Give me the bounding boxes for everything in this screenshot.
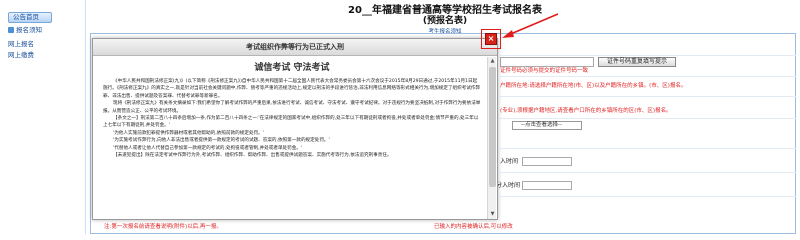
modal-scrollbar[interactable]: ▲ ▼ bbox=[487, 57, 496, 219]
modal-paragraph: 《中华人民共和国刑法修正案(九)》(以下简称《刑法修正案九》)自中华人民共和国第… bbox=[103, 79, 481, 99]
scroll-thumb[interactable] bbox=[489, 67, 496, 187]
cert-check-button[interactable]: 证件号码重复填写提示 bbox=[598, 57, 676, 67]
sidebar-item-label: 报名须知 bbox=[16, 26, 42, 34]
form-subtitle: (预报名表) bbox=[422, 16, 468, 26]
time2-input[interactable] bbox=[522, 181, 572, 190]
divider bbox=[500, 55, 796, 56]
bottom-note-right: 已输入的内容被确认后,可以修改 bbox=[434, 224, 513, 230]
modal-title: 考试组织作弊等行为已正式入刑 bbox=[93, 39, 497, 56]
cert-warning: 证件号码必须与提交的证件号码一致 bbox=[500, 68, 589, 74]
modal-paragraph: '代替他人或者让他人代替自己参加第一款规定的考试的,处拘役或者管制,并处或者单处… bbox=[113, 145, 303, 151]
close-icon[interactable]: × bbox=[485, 33, 497, 45]
divider bbox=[500, 118, 796, 119]
region-warning: (专业),须根据户籍地区,请查看户口所在的乡镇所在的区(市、区)报名。 bbox=[500, 108, 672, 114]
sidebar-item-notice[interactable]: 报名须知 bbox=[8, 26, 42, 34]
pointer-arrow-icon bbox=[502, 13, 559, 38]
divider bbox=[500, 148, 796, 149]
divider bbox=[500, 172, 796, 173]
modal-heading: 诚信考试 守法考试 bbox=[254, 63, 330, 73]
modal-paragraph: 现将《刑法修正案九》有关条文摘录如下:我们希望你了解考试作弊的严重后果,依法进行… bbox=[103, 101, 481, 114]
modal-paragraph: '为他人实施前款犯罪提供作弊器材或者其他帮助的,依照前款的规定处罚。' bbox=[113, 130, 264, 136]
divider bbox=[500, 96, 796, 97]
time1-input[interactable] bbox=[522, 157, 572, 166]
sidebar-item-label: 网上报名 bbox=[8, 40, 34, 48]
region-select[interactable]: --点击查看选择-- bbox=[512, 121, 582, 130]
bottom-note-left: 注:第一次报名前请查看说明(附件)以后,再一报。 bbox=[104, 224, 222, 230]
modal-paragraph: '为实施考试作弊行为,向他人非法出售或者提供第一款规定的考试的试题、答案的,依照… bbox=[113, 138, 330, 144]
doc-icon bbox=[8, 27, 14, 33]
sidebar-item-register[interactable]: 网上报名 bbox=[8, 40, 34, 48]
modal-body: 诚信考试 守法考试 《中华人民共和国刑法修正案(九)》(以下简称《刑法修正案九》… bbox=[103, 61, 481, 219]
sidebar-item-label: 网上缴费 bbox=[8, 51, 34, 59]
sidebar-item-payment[interactable]: 网上缴费 bbox=[8, 51, 34, 59]
left-sidebar: 公告首页 报名须知 网上报名 网上缴费 bbox=[0, 0, 86, 234]
criminal-law-notice-modal: 考试组织作弊等行为已正式入刑 诚信考试 守法考试 《中华人民共和国刑法修正案(九… bbox=[92, 38, 498, 220]
modal-paragraph: 【未遂犯提出】除在法定考试中作弊行为外,考试作弊、组织作弊、帮助作弊、出售或提供… bbox=[113, 153, 392, 159]
time2-label: 分入时间 bbox=[496, 182, 521, 189]
form-title: 20__年福建省普通高等学校招生考试报名表 bbox=[348, 5, 542, 16]
divider bbox=[500, 196, 796, 197]
address-warning: 户籍所在地:请选择户籍所在地(市、区)以及户籍所在的乡镇。(市、区)报名。 bbox=[500, 83, 687, 89]
time1-label: 入时间 bbox=[500, 158, 519, 165]
cert-number-input[interactable] bbox=[500, 57, 594, 67]
sidebar-tab-label: 公告首页 bbox=[13, 13, 39, 21]
scroll-down-arrow-icon[interactable]: ▼ bbox=[489, 211, 496, 218]
scroll-up-arrow-icon[interactable]: ▲ bbox=[489, 58, 496, 65]
sidebar-tab-home[interactable]: 公告首页 bbox=[8, 12, 52, 23]
modal-paragraph: 【条文之一】刑法第二百八十四条后增加一条,作为第二百八十四条之一:'在法律规定的… bbox=[103, 116, 479, 129]
divider bbox=[500, 76, 796, 77]
